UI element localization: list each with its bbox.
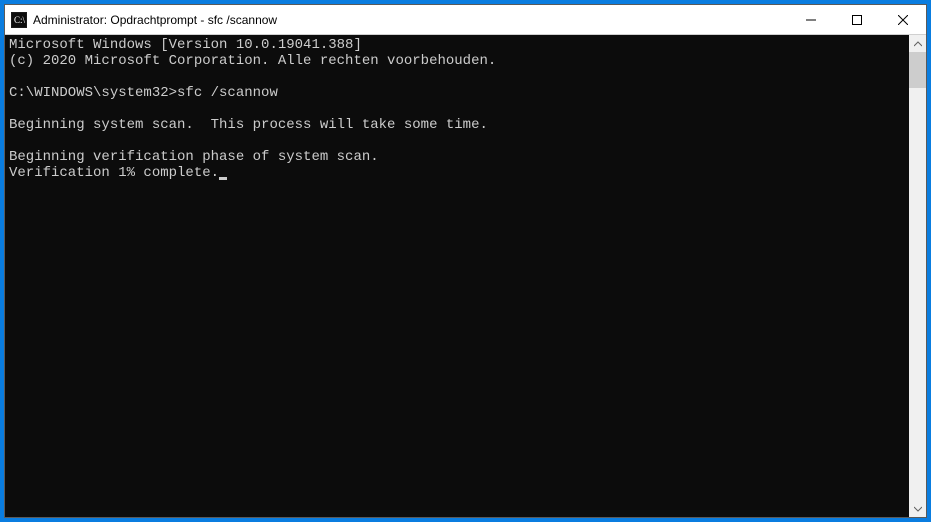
window-title: Administrator: Opdrachtprompt - sfc /sca…: [33, 13, 788, 27]
scroll-track[interactable]: [909, 52, 926, 500]
command-prompt-icon: C:\: [11, 12, 27, 28]
terminal-line: Verification 1% complete.: [9, 165, 219, 181]
terminal-line: Beginning system scan. This process will…: [9, 117, 488, 133]
scroll-down-button[interactable]: [909, 500, 926, 517]
minimize-button[interactable]: [788, 5, 834, 34]
content-area: Microsoft Windows [Version 10.0.19041.38…: [5, 35, 926, 517]
terminal-line: (c) 2020 Microsoft Corporation. Alle rec…: [9, 53, 496, 69]
titlebar[interactable]: C:\ Administrator: Opdrachtprompt - sfc …: [5, 5, 926, 35]
terminal-output[interactable]: Microsoft Windows [Version 10.0.19041.38…: [5, 35, 909, 517]
terminal-line: C:\WINDOWS\system32>sfc /scannow: [9, 85, 278, 101]
svg-text:C:\: C:\: [14, 15, 26, 25]
chevron-up-icon: [914, 40, 922, 48]
terminal-line: Microsoft Windows [Version 10.0.19041.38…: [9, 37, 362, 53]
window-controls: [788, 5, 926, 34]
close-button[interactable]: [880, 5, 926, 34]
close-icon: [898, 15, 908, 25]
terminal-line: Beginning verification phase of system s…: [9, 149, 379, 165]
scroll-thumb[interactable]: [909, 52, 926, 88]
chevron-down-icon: [914, 505, 922, 513]
scroll-up-button[interactable]: [909, 35, 926, 52]
terminal-cursor: [219, 177, 227, 180]
command-prompt-window: C:\ Administrator: Opdrachtprompt - sfc …: [4, 4, 927, 518]
maximize-button[interactable]: [834, 5, 880, 34]
vertical-scrollbar[interactable]: [909, 35, 926, 517]
maximize-icon: [852, 15, 862, 25]
minimize-icon: [806, 15, 816, 25]
